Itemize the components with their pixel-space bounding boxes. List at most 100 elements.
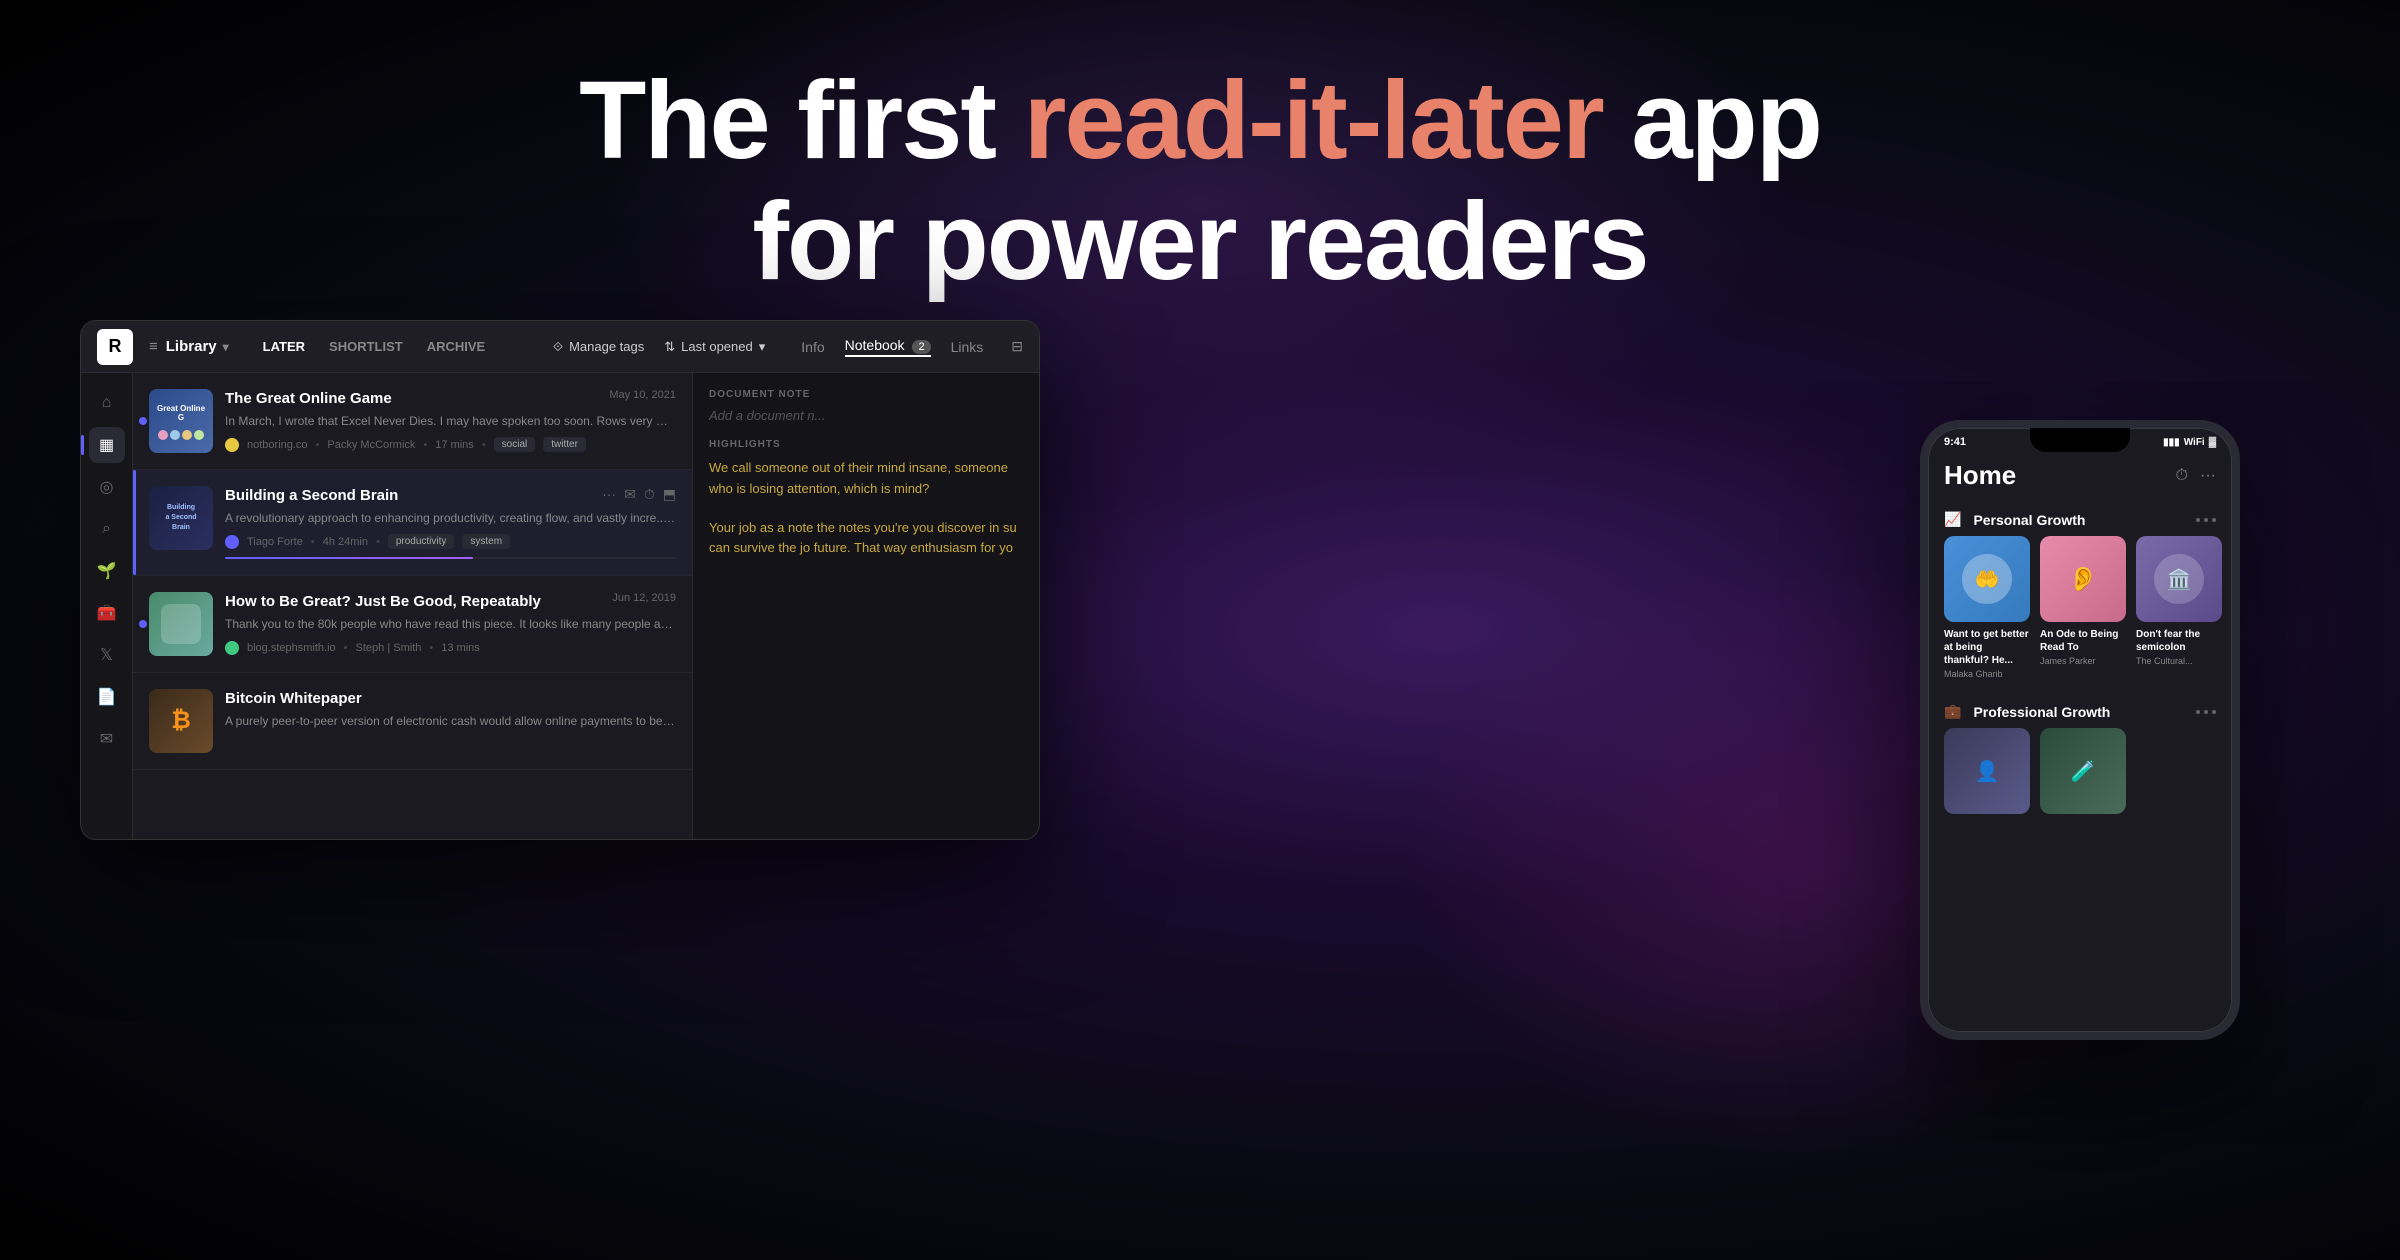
clock-icon[interactable]: ⏱ [644,486,655,503]
card-author-semicolon: The Cultural... [2136,656,2222,666]
mobile-header-icons: ⏱ ··· [2176,467,2216,485]
card-title-semicolon: Don't fear the semicolon [2136,628,2222,654]
article-meta: notboring.co • Packy McCormick • 17 mins… [225,437,676,452]
read-time: 17 mins [435,439,474,451]
sidebar-item-home[interactable]: ⌂ [89,385,125,421]
doc-note-label: DOCUMENT NOTE [709,389,1023,400]
mobile-time: 9:41 [1944,436,1966,448]
card-title-thankful: Want to get better at being thankful? He… [1944,628,2030,667]
article-item-bitcoin[interactable]: ₿ Bitcoin Whitepaper A purely peer-to-pe… [133,673,692,770]
mobile-section-menu-2[interactable] [2196,710,2216,714]
mobile-card-semicolon[interactable]: 🏛️ Don't fear the semicolon The Cultural… [2136,536,2222,679]
sidebar-item-document[interactable]: 📄 [89,679,125,715]
article-title: Bitcoin Whitepaper [225,689,676,709]
article-title: How to Be Great? Just Be Good, Repeatabl… [225,592,541,612]
highlight-text-2: Your job as a not­e the notes you're you… [709,518,1023,560]
article-info: Bitcoin Whitepaper A purely peer-to-peer… [225,689,676,737]
library-nav[interactable]: Library ▾ [166,338,229,355]
article-thumbnail: ₿ [149,689,213,753]
desktop-app-mockup: R ≡ Library ▾ LATER SHORTLIST ARCHIVE ⟐ … [80,320,1040,840]
sidebar-item-search[interactable]: ⌕ [89,511,125,547]
mobile-section-professional-growth: 💼 Professional Growth [1928,695,2232,728]
article-title-row: Building a Second Brain ··· ✉ ⏱ ⬒ [225,486,676,510]
sidebar-item-mail[interactable]: ✉ [89,721,125,757]
tab-shortlist[interactable]: SHORTLIST [319,335,413,358]
mobile-cards-professional-growth: 👤 🧪 [1928,728,2232,820]
manage-tags-button[interactable]: ⟐ Manage tags [553,339,644,355]
mobile-cards-personal-growth: 🤲 Want to get better at being thankful? … [1928,536,2232,679]
article-header: Great Online G The Great Online Game [149,389,676,453]
mobile-home-title: Home [1944,460,2016,491]
source-icon [225,641,239,655]
article-item-second-brain[interactable]: Buildinga SecondBrain Building a Second … [133,470,692,576]
article-list: Great Online G The Great Online Game [133,373,693,839]
sidebar-item-twitter[interactable]: 𝕏 [89,637,125,673]
app-sidebar: ⌂ ▦ ◎ ⌕ 🌱 🧰 𝕏 📄 ✉ [81,373,133,839]
mobile-card-ode[interactable]: 👂 An Ode to Being Read To James Parker [2040,536,2126,679]
source-icon [225,535,239,549]
doc-note-input[interactable]: Add a document n... [709,408,1023,423]
sidebar-item-tools[interactable]: 🧰 [89,595,125,631]
hero-section: The first read-it-later app for power re… [0,60,2400,302]
tab-archive[interactable]: ARCHIVE [417,335,496,358]
layout-icon[interactable]: ⊟ [1011,338,1023,355]
article-excerpt: In March, I wrote that Excel Never Dies.… [225,413,676,430]
mobile-app-mockup: 9:41 ▮▮▮ WiFi ▓ Home ⏱ ··· 📈 Personal Gr… [1920,420,2240,1040]
tag-icon: ⟐ [553,339,563,355]
tag-system[interactable]: system [462,534,510,549]
sidebar-item-library[interactable]: ▦ [89,427,125,463]
email-icon[interactable]: ✉ [624,486,636,503]
article-meta: Tiago Forte • 4h 24min • productivity sy… [225,534,676,549]
article-item-be-great[interactable]: How to Be Great? Just Be Good, Repeatabl… [133,576,692,673]
article-thumbnail: Buildinga SecondBrain [149,486,213,550]
tag-social[interactable]: social [494,437,536,452]
sidebar-item-plant[interactable]: 🌱 [89,553,125,589]
notebook-badge: 2 [912,340,930,354]
article-meta: blog.stephsmith.io • Steph | Smith • 13 … [225,641,676,655]
article-item-online-game[interactable]: Great Online G The Great Online Game [133,373,692,470]
tag-productivity[interactable]: productivity [388,534,455,549]
article-info: Building a Second Brain ··· ✉ ⏱ ⬒ A revo… [225,486,676,559]
mobile-section-menu[interactable] [2196,518,2216,522]
card-image-pro-2: 🧪 [2040,728,2126,814]
unread-dot [139,620,147,628]
sort-icon: ⇅ [664,339,675,355]
article-date: Jun 12, 2019 [612,592,676,604]
article-actions: ··· ✉ ⏱ ⬒ [602,486,676,503]
article-excerpt: A purely peer-to-peer version of electro… [225,713,676,730]
personal-growth-label: Personal Growth [1973,512,2085,528]
article-title: Building a Second Brain [225,486,398,506]
card-image-ode: 👂 [2040,536,2126,622]
tab-links[interactable]: Links [951,339,984,355]
archive-icon[interactable]: ⬒ [663,486,676,503]
source-icon [225,438,239,452]
more-icon[interactable]: ··· [602,486,616,503]
app-tabs: LATER SHORTLIST ARCHIVE [253,335,496,358]
tag-twitter[interactable]: twitter [543,437,586,452]
last-opened-button[interactable]: ⇅ Last opened ▾ [664,339,765,355]
card-title-ode: An Ode to Being Read To [2040,628,2126,654]
author-name: Steph | Smith [356,642,422,654]
tab-info[interactable]: Info [801,339,824,355]
mobile-card-pro-1[interactable]: 👤 [1944,728,2030,820]
clock-icon[interactable]: ⏱ [2176,467,2188,485]
highlights-label: HIGHLIGHTS [709,439,1023,450]
article-info: How to Be Great? Just Be Good, Repeatabl… [225,592,676,654]
tab-later[interactable]: LATER [253,335,315,358]
card-image-thankful: 🤲 [1944,536,2030,622]
article-header: How to Be Great? Just Be Good, Repeatabl… [149,592,676,656]
right-panel-tabs: Info Notebook 2 Links ⊟ [801,337,1023,357]
progress-bar [225,557,473,559]
article-header: Buildinga SecondBrain Building a Second … [149,486,676,559]
card-image-semicolon: 🏛️ [2136,536,2222,622]
app-nav: ≡ Library ▾ [149,338,229,355]
mobile-card-thankful[interactable]: 🤲 Want to get better at being thankful? … [1944,536,2030,679]
article-title-row: How to Be Great? Just Be Good, Repeatabl… [225,592,676,616]
mobile-card-pro-2[interactable]: 🧪 [2040,728,2126,820]
sidebar-item-feed[interactable]: ◎ [89,469,125,505]
more-icon[interactable]: ··· [2200,467,2216,485]
card-image-pro-1: 👤 [1944,728,2030,814]
chevron-down-icon: ▾ [759,339,766,355]
tab-notebook[interactable]: Notebook 2 [845,337,931,357]
hero-line2: for power readers [0,181,2400,302]
